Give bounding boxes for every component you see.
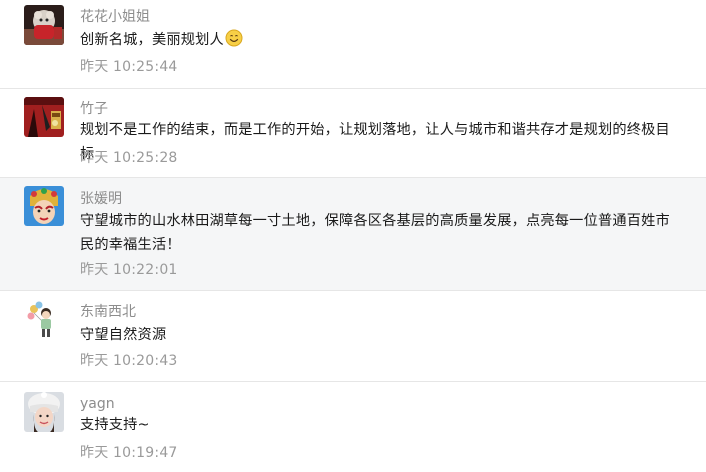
- balloon-kid-avatar[interactable]: [24, 299, 64, 339]
- girl-hat-avatar[interactable]: [24, 392, 64, 432]
- comment-item: 东南西北 守望自然资源 昨天 10:20:43: [0, 291, 706, 382]
- comment-item: 花花小姐姐 创新名城，美丽规划人 昨天 10:25:44: [0, 0, 706, 89]
- red-toy-avatar[interactable]: [24, 5, 64, 45]
- comment-text: 创新名城，美丽规划人: [80, 28, 680, 52]
- comment-text: 支持支持~: [80, 417, 150, 433]
- red-room-avatar[interactable]: [24, 97, 64, 137]
- comment-text: 守望自然资源: [80, 327, 167, 343]
- comment-time: 昨天 10:22:01: [80, 262, 178, 278]
- comment-author-name[interactable]: 花花小姐姐: [80, 8, 150, 26]
- comment-author-name[interactable]: 东南西北: [80, 303, 136, 321]
- comment-author-name[interactable]: 张媛明: [80, 190, 122, 208]
- comment-item: 竹子 规划不是工作的结束，而是工作的开始，让规划落地，让人与城市和谐共存才是规划…: [0, 89, 706, 178]
- comment-time: 昨天 10:25:28: [80, 150, 178, 166]
- comment-time: 昨天 10:25:44: [80, 59, 178, 75]
- smile-emoji-icon: [225, 29, 243, 47]
- opera-mask-avatar[interactable]: [24, 186, 64, 226]
- comment-time: 昨天 10:19:47: [80, 445, 178, 461]
- comment-item: yagn 支持支持~ 昨天 10:19:47: [0, 382, 706, 472]
- comment-author-name[interactable]: yagn: [80, 395, 115, 413]
- comment-time: 昨天 10:20:43: [80, 353, 178, 369]
- comment-text-body: 创新名城，美丽规划人: [80, 32, 224, 48]
- comment-author-name[interactable]: 竹子: [80, 100, 108, 118]
- comment-text: 守望城市的山水林田湖草每一寸土地，保障各区各基层的高质量发展，点亮每一位普通百姓…: [80, 213, 670, 253]
- comment-item: 张媛明 守望城市的山水林田湖草每一寸土地，保障各区各基层的高质量发展，点亮每一位…: [0, 178, 706, 291]
